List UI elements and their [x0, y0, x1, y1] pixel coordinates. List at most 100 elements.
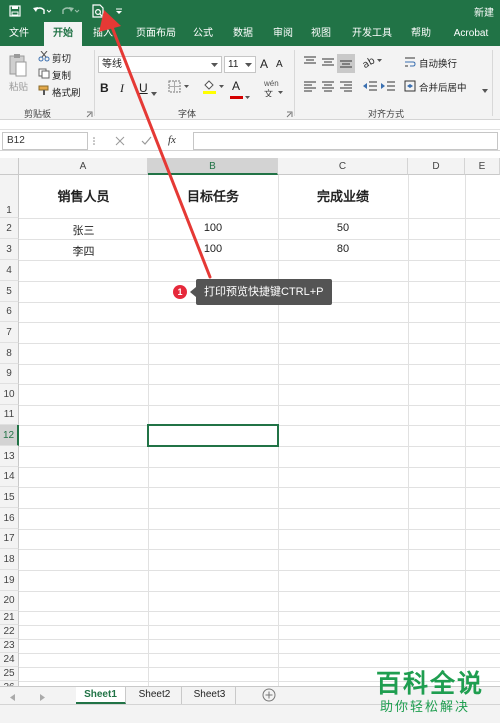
- increase-indent-icon[interactable]: [380, 80, 396, 95]
- previous-sheet-icon[interactable]: [10, 692, 15, 704]
- redo-icon[interactable]: [58, 2, 82, 20]
- merge-center-button[interactable]: 合并后居中: [419, 80, 467, 94]
- row-header[interactable]: 6: [0, 302, 19, 322]
- table-header-cell[interactable]: 销售人员: [19, 186, 148, 205]
- column-header-a[interactable]: A: [19, 158, 148, 175]
- next-sheet-icon[interactable]: [40, 692, 45, 704]
- align-left-icon[interactable]: [303, 80, 317, 95]
- table-header-cell[interactable]: 目标任务: [148, 186, 278, 205]
- row-header[interactable]: 23: [0, 639, 19, 653]
- table-cell[interactable]: 80: [278, 243, 408, 255]
- fill-color-icon[interactable]: [202, 79, 226, 97]
- dialog-launcher-icon[interactable]: [286, 109, 293, 121]
- dialog-launcher-icon[interactable]: [86, 109, 93, 121]
- bold-button[interactable]: B: [100, 81, 109, 95]
- column-header-e[interactable]: E: [465, 158, 500, 175]
- paste-icon[interactable]: [8, 52, 28, 81]
- select-all-corner[interactable]: [0, 158, 19, 175]
- font-color-button[interactable]: A: [232, 79, 240, 93]
- borders-icon[interactable]: [168, 80, 190, 96]
- insert-function-button[interactable]: fx: [168, 134, 176, 146]
- enter-icon[interactable]: [141, 136, 152, 149]
- row-header[interactable]: 25: [0, 667, 19, 681]
- tab-view[interactable]: 视图: [304, 22, 338, 46]
- row-header[interactable]: 12: [0, 425, 19, 446]
- font-name-select[interactable]: 等线: [98, 56, 222, 73]
- table-cell[interactable]: 李四: [19, 243, 148, 259]
- tab-data[interactable]: 数据: [226, 22, 260, 46]
- increase-font-button[interactable]: A: [260, 57, 268, 71]
- save-icon[interactable]: [6, 2, 24, 20]
- copy-button[interactable]: 复制: [52, 68, 71, 82]
- row-header[interactable]: 18: [0, 549, 19, 570]
- table-cell[interactable]: 张三: [19, 222, 148, 238]
- column-header-b[interactable]: B: [148, 158, 278, 175]
- column-header-d[interactable]: D: [408, 158, 465, 175]
- tab-help[interactable]: 帮助: [404, 22, 438, 46]
- align-right-icon[interactable]: [339, 80, 353, 95]
- wrap-text-button[interactable]: 自动换行: [419, 56, 457, 70]
- tab-home[interactable]: 开始: [44, 22, 82, 46]
- copy-icon[interactable]: [38, 68, 50, 82]
- row-header[interactable]: 1: [0, 175, 19, 218]
- row-header[interactable]: 16: [0, 508, 19, 529]
- align-bottom-icon[interactable]: [337, 54, 355, 73]
- tab-insert[interactable]: 插入: [86, 22, 120, 46]
- sheet-tab-sheet2[interactable]: Sheet2: [128, 687, 182, 704]
- row-header[interactable]: 19: [0, 570, 19, 591]
- merge-center-icon[interactable]: [404, 80, 416, 95]
- sheet-tab-sheet1[interactable]: Sheet1: [76, 687, 126, 704]
- row-header[interactable]: 9: [0, 364, 19, 384]
- decrease-font-button[interactable]: A: [276, 59, 283, 70]
- wrap-text-icon[interactable]: [404, 56, 416, 71]
- row-header[interactable]: 11: [0, 405, 19, 425]
- row-header[interactable]: 20: [0, 591, 19, 611]
- print-preview-icon[interactable]: [89, 2, 107, 20]
- row-header[interactable]: 5: [0, 281, 19, 302]
- table-cell[interactable]: 100: [148, 222, 278, 234]
- tab-page-layout[interactable]: 页面布局: [128, 22, 184, 46]
- row-header[interactable]: 8: [0, 343, 19, 364]
- format-painter-button[interactable]: 格式刷: [52, 85, 81, 99]
- row-header[interactable]: 13: [0, 446, 19, 467]
- cancel-icon[interactable]: [115, 136, 125, 149]
- format-painter-icon[interactable]: [38, 85, 50, 99]
- align-center-icon[interactable]: [321, 80, 335, 95]
- align-middle-icon[interactable]: [321, 56, 335, 71]
- table-cell[interactable]: 50: [278, 222, 408, 234]
- row-header[interactable]: 14: [0, 467, 19, 487]
- italic-button[interactable]: I: [120, 81, 124, 96]
- column-header-c[interactable]: C: [278, 158, 408, 175]
- customize-toolbar-icon[interactable]: [113, 2, 125, 20]
- name-box[interactable]: B12: [2, 132, 88, 150]
- paste-button[interactable]: 粘贴: [9, 79, 28, 93]
- row-header[interactable]: 4: [0, 260, 19, 281]
- worksheet-grid[interactable]: A B C D E 1 2 3 4 5 6 7 8 9 10 11 12 13 …: [0, 158, 500, 686]
- row-header[interactable]: 10: [0, 384, 19, 405]
- row-header[interactable]: 24: [0, 653, 19, 667]
- more-options-icon[interactable]: [92, 136, 96, 149]
- row-header[interactable]: 22: [0, 625, 19, 639]
- tab-file[interactable]: 文件: [0, 22, 38, 46]
- merge-dropdown-icon[interactable]: [482, 84, 488, 96]
- formula-input[interactable]: [193, 132, 498, 150]
- row-header[interactable]: 15: [0, 487, 19, 508]
- undo-icon[interactable]: [30, 2, 54, 20]
- table-cell[interactable]: 100: [148, 243, 278, 255]
- add-sheet-icon[interactable]: [262, 688, 276, 705]
- row-header[interactable]: 21: [0, 611, 19, 625]
- orientation-icon[interactable]: ab: [361, 54, 384, 71]
- selected-cell[interactable]: [147, 424, 279, 447]
- phonetic-guide-icon[interactable]: 文: [264, 88, 286, 100]
- scissors-icon[interactable]: [38, 50, 50, 65]
- row-header[interactable]: 7: [0, 322, 19, 343]
- underline-button[interactable]: U: [139, 81, 148, 95]
- align-top-icon[interactable]: [303, 56, 317, 71]
- row-header[interactable]: 3: [0, 239, 19, 260]
- tab-developer[interactable]: 开发工具: [346, 22, 398, 46]
- tab-review[interactable]: 审阅: [266, 22, 300, 46]
- table-header-cell[interactable]: 完成业绩: [278, 186, 408, 205]
- font-size-select[interactable]: 11: [224, 56, 256, 73]
- tab-formulas[interactable]: 公式: [186, 22, 220, 46]
- row-header[interactable]: 2: [0, 218, 19, 239]
